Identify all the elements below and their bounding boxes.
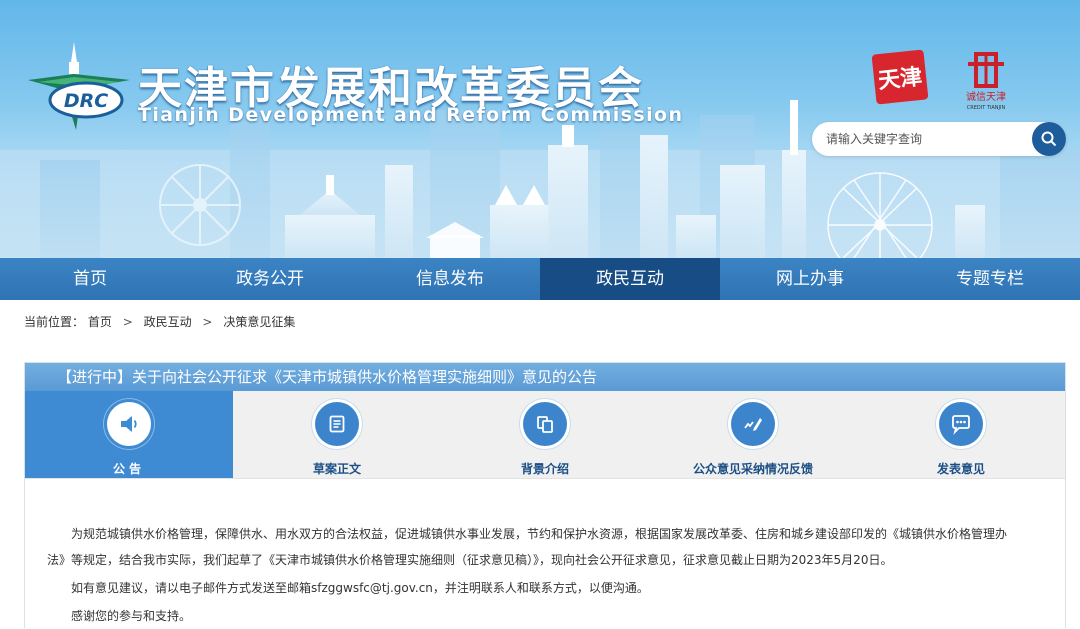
notice-paragraph: 为规范城镇供水价格管理，保障供水、用水双方的合法权益，促进城镇供水事业发展，节约… — [71, 527, 1008, 541]
notice-content: 为规范城镇供水价格管理，保障供水、用水双方的合法权益，促进城镇供水事业发展，节约… — [25, 521, 1065, 629]
breadcrumb: 当前位置： 首页 > 政民互动 > 决策意见征集 — [24, 313, 295, 330]
nav-item-special-topics[interactable]: 专题专栏 — [900, 258, 1080, 300]
credit-tianjin-logo[interactable]: 诚信天津 CREDIT TIANJIN — [958, 50, 1014, 112]
tab-label: 发表意见 — [936, 462, 985, 476]
notice-title: 【进行中】关于向社会公开征求《天津市城镇供水价格管理实施细则》意见的公告 — [25, 363, 1065, 391]
header-banner: DRC 天津市发展和改革委员会 Tianjin Development and … — [0, 0, 1080, 258]
logo-text: DRC — [64, 90, 108, 112]
notice-paragraph: 如有意见建议，请以电子邮件方式发送至邮箱sfzggwsfc@tj.gov.cn，… — [71, 581, 649, 595]
chat-icon — [939, 402, 983, 446]
nav-item-home[interactable]: 首页 — [0, 258, 180, 300]
tab-feedback[interactable]: 公众意见采纳情况反馈 — [649, 391, 857, 478]
copy-icon — [523, 402, 567, 446]
tab-label: 背景介绍 — [520, 462, 569, 476]
main-nav: 首页 政务公开 信息发布 政民互动 网上办事 专题专栏 — [0, 258, 1080, 300]
tianjin-seal-logo[interactable]: 天津 — [871, 49, 929, 105]
notice-tabs: 公告 草案正文 背景介绍 公众意见采纳情况反馈 发表意见 — [25, 391, 1065, 479]
credit-subtext: CREDIT TIANJIN — [967, 105, 1006, 111]
breadcrumb-prefix: 当前位置： — [24, 315, 85, 329]
breadcrumb-opinion-solicitation[interactable]: 决策意见征集 — [223, 315, 295, 329]
speaker-icon — [107, 402, 151, 446]
breadcrumb-separator: > — [202, 315, 213, 329]
notice-panel: 【进行中】关于向社会公开征求《天津市城镇供水价格管理实施细则》意见的公告 公告 — [24, 362, 1066, 628]
nav-item-online-services[interactable]: 网上办事 — [720, 258, 900, 300]
credit-text: 诚信天津 — [966, 91, 1006, 103]
site-subtitle: Tianjin Development and Reform Commissio… — [138, 104, 684, 126]
notice-paragraph: 感谢您的参与和支持。 — [71, 609, 192, 623]
tab-draft-text[interactable]: 草案正文 — [233, 391, 441, 478]
breadcrumb-separator: > — [122, 315, 133, 329]
search-icon — [1041, 131, 1057, 147]
breadcrumb-home[interactable]: 首页 — [88, 315, 112, 329]
tab-label: 公众意见采纳情况反馈 — [692, 462, 813, 476]
nav-item-government-affairs[interactable]: 政务公开 — [180, 258, 360, 300]
document-icon — [315, 402, 359, 446]
nav-item-public-interaction[interactable]: 政民互动 — [540, 258, 720, 300]
nav-item-news-release[interactable]: 信息发布 — [360, 258, 540, 300]
drc-logo: DRC — [28, 42, 130, 130]
breadcrumb-public-interaction[interactable]: 政民互动 — [144, 315, 192, 329]
tab-label: 草案正文 — [312, 462, 361, 476]
tab-background[interactable]: 背景介绍 — [441, 391, 649, 478]
search-input[interactable] — [826, 129, 1026, 149]
tab-label: 公告 — [112, 462, 145, 476]
search-box — [812, 122, 1066, 156]
seal-text: 天津 — [877, 64, 924, 95]
tab-announcement[interactable]: 公告 — [25, 391, 233, 478]
tab-submit-opinion[interactable]: 发表意见 — [857, 391, 1065, 478]
notice-paragraph: 法》等规定，结合我市实际，我们起草了《天津市城镇供水价格管理实施细则（征求意见稿… — [47, 553, 893, 567]
search-button[interactable] — [1032, 122, 1066, 156]
hand-write-icon — [731, 402, 775, 446]
